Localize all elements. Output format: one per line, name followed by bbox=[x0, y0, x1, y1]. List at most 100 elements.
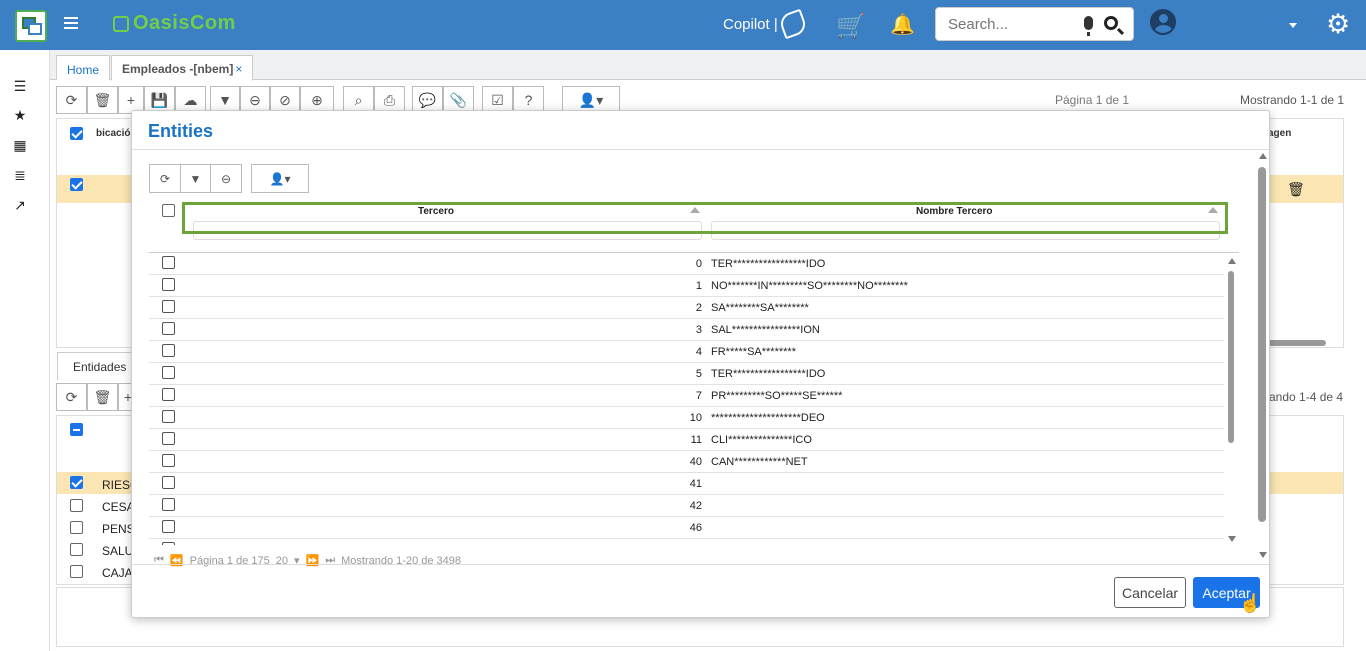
nombre-tercero-cell: LU****HE********* bbox=[711, 544, 796, 545]
select-all-checkbox[interactable] bbox=[70, 127, 83, 140]
chevron-down-icon[interactable]: ▾ bbox=[294, 554, 300, 567]
row-checkbox[interactable] bbox=[162, 322, 175, 335]
next-page-icon[interactable]: ⏩ bbox=[306, 554, 320, 567]
close-tab-icon[interactable]: × bbox=[235, 62, 242, 76]
row-checkbox[interactable] bbox=[162, 520, 175, 533]
tab-home[interactable]: Home bbox=[56, 55, 111, 80]
scroll-up-icon[interactable] bbox=[1259, 153, 1267, 159]
refresh-icon[interactable]: ⟳ bbox=[56, 86, 87, 114]
modal-title: Entities bbox=[148, 121, 214, 141]
app-logo-icon[interactable] bbox=[15, 10, 47, 42]
calendar-icon[interactable]: ▦ bbox=[12, 137, 28, 154]
row-checkbox[interactable] bbox=[162, 432, 175, 445]
nombre-tercero-cell: CLI***************ICO bbox=[711, 434, 812, 446]
row-checkbox[interactable] bbox=[162, 476, 175, 489]
filter-icon[interactable]: ▼ bbox=[180, 164, 211, 193]
tercero-cell: 2 bbox=[695, 302, 702, 314]
modal-vertical-scrollbar[interactable] bbox=[1258, 167, 1266, 522]
row-checkbox[interactable] bbox=[70, 178, 83, 191]
table-row[interactable]: 40 CAN************NET bbox=[149, 451, 1224, 473]
list-item[interactable]: PENS bbox=[57, 517, 137, 539]
table-row[interactable]: 5 TER*****************IDO bbox=[149, 363, 1224, 385]
list-item[interactable]: RIESG bbox=[57, 473, 139, 495]
tercero-cell: 40 bbox=[689, 456, 702, 468]
scroll-down-icon[interactable] bbox=[1228, 536, 1236, 542]
trash-icon[interactable]: 🗑 bbox=[87, 86, 118, 114]
bell-icon[interactable]: 🔔 bbox=[890, 12, 915, 37]
prev-page-icon[interactable]: ⏪ bbox=[170, 554, 184, 567]
nombre-tercero-cell: SA********SA******** bbox=[711, 302, 809, 314]
table-row[interactable]: 11 CLI***************ICO bbox=[149, 429, 1224, 451]
table-row[interactable]: 10 *********************DEO bbox=[149, 407, 1224, 429]
table-row[interactable]: 1 NO*******IN*********SO********NO*******… bbox=[149, 275, 1224, 297]
search-input[interactable] bbox=[948, 16, 1078, 33]
gear-icon[interactable]: ⚙ bbox=[1326, 11, 1350, 38]
table-row[interactable]: 3 SAL****************ION bbox=[149, 319, 1224, 341]
row-checkbox[interactable] bbox=[162, 366, 175, 379]
tab-entidades[interactable]: Entidades bbox=[57, 352, 132, 380]
table-row[interactable]: 7 PR*********SO*****SE****** bbox=[149, 385, 1224, 407]
modal-pager: ⏮ ⏪ Página 1 de 175 20 ▾ ⏩ ⏭ Mostrando 1… bbox=[154, 554, 461, 567]
select-all-checkbox[interactable] bbox=[162, 204, 175, 217]
user-avatar-icon[interactable] bbox=[1150, 9, 1176, 35]
tercero-cell: 1000 bbox=[678, 544, 702, 545]
row-checkbox[interactable] bbox=[162, 542, 175, 545]
table-row[interactable]: 0 TER*****************IDO bbox=[149, 253, 1224, 275]
tercero-cell: 11 bbox=[690, 434, 702, 446]
highlight-box bbox=[182, 202, 1228, 234]
last-page-icon[interactable]: ⏭ bbox=[325, 554, 335, 567]
table-row[interactable]: 46 bbox=[149, 517, 1224, 539]
cancel-button[interactable]: Cancelar bbox=[1114, 577, 1186, 608]
tab-empleados[interactable]: Empleados -[nbem] × bbox=[111, 55, 254, 81]
user-menu-caret-icon[interactable] bbox=[1289, 23, 1297, 28]
table-row[interactable]: 2 SA********SA******** bbox=[149, 297, 1224, 319]
scroll-down-icon[interactable] bbox=[1259, 552, 1267, 558]
trash-icon[interactable]: 🗑 bbox=[87, 383, 118, 411]
table-row[interactable]: 4 FR*****SA******** bbox=[149, 341, 1224, 363]
first-page-icon[interactable]: ⏮ bbox=[154, 554, 164, 567]
list-item[interactable]: CESA bbox=[57, 495, 137, 517]
divider bbox=[132, 149, 1269, 150]
table-row[interactable]: 41 bbox=[149, 473, 1224, 495]
list-icon[interactable]: ☰ bbox=[12, 78, 28, 95]
server-icon[interactable]: ≣ bbox=[12, 167, 28, 184]
search-icon[interactable] bbox=[1104, 16, 1118, 30]
row-checkbox[interactable] bbox=[162, 344, 175, 357]
refresh-icon[interactable]: ⟳ bbox=[56, 383, 87, 411]
row-checkbox[interactable] bbox=[162, 498, 175, 511]
row-checkbox[interactable] bbox=[162, 454, 175, 467]
microphone-icon[interactable] bbox=[1084, 16, 1093, 36]
nombre-tercero-cell: SAL****************ION bbox=[711, 324, 820, 336]
scroll-up-icon[interactable] bbox=[1228, 258, 1236, 264]
refresh-icon[interactable]: ⟳ bbox=[149, 164, 181, 193]
cart-icon[interactable]: 🛒 bbox=[836, 12, 866, 40]
row-checkbox[interactable] bbox=[162, 300, 175, 313]
copilot-label[interactable]: Copilot | bbox=[723, 16, 778, 33]
table-row[interactable]: 1000 LU****HE********* bbox=[149, 539, 1224, 545]
chart-line-icon[interactable]: ↗ bbox=[12, 197, 28, 214]
horizontal-scrollbar[interactable] bbox=[1268, 340, 1326, 346]
list-item[interactable]: CAJA bbox=[57, 561, 137, 583]
zoom-out-icon[interactable]: ⊖ bbox=[210, 164, 242, 193]
row-trash-icon[interactable]: 🗑 bbox=[1287, 181, 1305, 197]
tercero-cell: 3 bbox=[695, 324, 702, 336]
star-icon[interactable]: ★ bbox=[12, 107, 28, 124]
row-checkbox[interactable] bbox=[162, 410, 175, 423]
select-all-checkbox[interactable] bbox=[70, 423, 83, 436]
grid-body: 0 TER*****************IDO 1 NO*******IN****… bbox=[149, 253, 1224, 545]
user-settings-icon[interactable]: 👤▾ bbox=[251, 164, 309, 193]
tercero-cell: 5 bbox=[695, 368, 702, 380]
list-item[interactable]: SALU bbox=[57, 539, 137, 561]
tercero-cell: 4 bbox=[695, 346, 702, 358]
nombre-tercero-cell: *********************DEO bbox=[711, 412, 825, 424]
row-checkbox[interactable] bbox=[162, 256, 175, 269]
bg-entities-showing: rando 1-4 de 4 bbox=[1265, 390, 1344, 404]
brand-mark-icon bbox=[113, 15, 129, 32]
table-row[interactable]: 42 bbox=[149, 495, 1224, 517]
search-box[interactable] bbox=[935, 7, 1134, 41]
menu-hamburger-icon[interactable] bbox=[64, 17, 78, 29]
row-checkbox[interactable] bbox=[162, 388, 175, 401]
entities-modal: Entities ⟳ ▼ ⊖ 👤▾ Tercero Nombre Tercero… bbox=[131, 110, 1270, 618]
vertical-scrollbar[interactable] bbox=[1228, 271, 1234, 443]
row-checkbox[interactable] bbox=[162, 278, 175, 291]
